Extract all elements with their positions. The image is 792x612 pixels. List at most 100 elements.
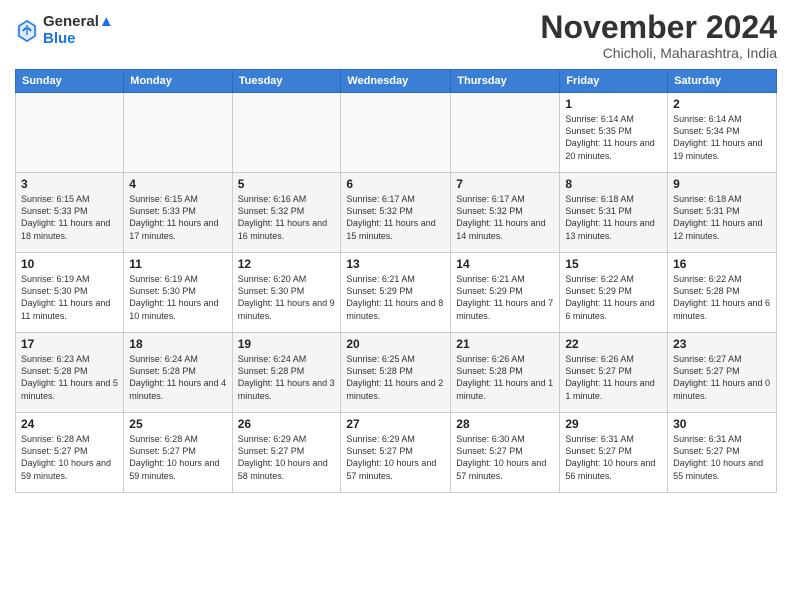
calendar-cell [232, 93, 341, 173]
calendar-cell: 5 Sunrise: 6:16 AM Sunset: 5:32 PM Daylig… [232, 173, 341, 253]
calendar-cell: 20 Sunrise: 6:25 AM Sunset: 5:28 PM Dayli… [341, 333, 451, 413]
calendar-cell: 3 Sunrise: 6:15 AM Sunset: 5:33 PM Daylig… [16, 173, 124, 253]
day-info: Sunrise: 6:19 AM Sunset: 5:30 PM Dayligh… [129, 273, 226, 322]
day-number: 3 [21, 177, 118, 191]
title-block: November 2024 Chicholi, Maharashtra, Ind… [540, 10, 777, 61]
day-info: Sunrise: 6:29 AM Sunset: 5:27 PM Dayligh… [346, 433, 445, 482]
calendar-cell: 8 Sunrise: 6:18 AM Sunset: 5:31 PM Daylig… [560, 173, 668, 253]
day-number: 14 [456, 257, 554, 271]
calendar-cell: 16Sunrise: 6:22 AM Sunset: 5:28 PM Dayli… [668, 253, 777, 333]
day-number: 18 [129, 337, 226, 351]
col-monday: Monday [124, 70, 232, 93]
day-number: 24 [21, 417, 118, 431]
calendar-cell: 23Sunrise: 6:27 AM Sunset: 5:27 PM Dayli… [668, 333, 777, 413]
day-info: Sunrise: 6:20 AM Sunset: 5:30 PM Dayligh… [238, 273, 336, 322]
calendar-cell: 2 Sunrise: 6:14 AM Sunset: 5:34 PM Daylig… [668, 93, 777, 173]
col-wednesday: Wednesday [341, 70, 451, 93]
calendar-cell: 13 Sunrise: 6:21 AM Sunset: 5:29 PM Dayli… [341, 253, 451, 333]
calendar-cell: 1 Sunrise: 6:14 AM Sunset: 5:35 PM Daylig… [560, 93, 668, 173]
day-info: Sunrise: 6:30 AM Sunset: 5:27 PM Dayligh… [456, 433, 554, 482]
day-info: Sunrise: 6:28 AM Sunset: 5:27 PM Dayligh… [129, 433, 226, 482]
day-info: Sunrise: 6:31 AM Sunset: 5:27 PM Dayligh… [565, 433, 662, 482]
day-info: Sunrise: 6:14 AM Sunset: 5:34 PM Dayligh… [673, 113, 771, 162]
calendar-cell: 25Sunrise: 6:28 AM Sunset: 5:27 PM Dayli… [124, 413, 232, 493]
day-number: 7 [456, 177, 554, 191]
day-info: Sunrise: 6:18 AM Sunset: 5:31 PM Dayligh… [673, 193, 771, 242]
week-row-1: 1 Sunrise: 6:14 AM Sunset: 5:35 PM Daylig… [16, 93, 777, 173]
day-number: 4 [129, 177, 226, 191]
day-number: 21 [456, 337, 554, 351]
day-info: Sunrise: 6:18 AM Sunset: 5:31 PM Dayligh… [565, 193, 662, 242]
day-info: Sunrise: 6:15 AM Sunset: 5:33 PM Dayligh… [129, 193, 226, 242]
logo: General▲ Blue [15, 14, 114, 47]
day-info: Sunrise: 6:22 AM Sunset: 5:29 PM Dayligh… [565, 273, 662, 322]
day-info: Sunrise: 6:31 AM Sunset: 5:27 PM Dayligh… [673, 433, 771, 482]
day-info: Sunrise: 6:25 AM Sunset: 5:28 PM Dayligh… [346, 353, 445, 402]
day-info: Sunrise: 6:16 AM Sunset: 5:32 PM Dayligh… [238, 193, 336, 242]
day-info: Sunrise: 6:17 AM Sunset: 5:32 PM Dayligh… [456, 193, 554, 242]
day-number: 5 [238, 177, 336, 191]
calendar-cell: 21 Sunrise: 6:26 AM Sunset: 5:28 PM Dayli… [451, 333, 560, 413]
day-number: 10 [21, 257, 118, 271]
day-number: 19 [238, 337, 336, 351]
logo-icon [15, 17, 39, 45]
day-number: 17 [21, 337, 118, 351]
calendar-cell [451, 93, 560, 173]
day-info: Sunrise: 6:19 AM Sunset: 5:30 PM Dayligh… [21, 273, 118, 322]
day-number: 1 [565, 97, 662, 111]
calendar-cell: 29 Sunrise: 6:31 AM Sunset: 5:27 PM Dayli… [560, 413, 668, 493]
calendar-cell: 15 Sunrise: 6:22 AM Sunset: 5:29 PM Dayli… [560, 253, 668, 333]
day-number: 11 [129, 257, 226, 271]
calendar-cell: 19Sunrise: 6:24 AM Sunset: 5:28 PM Dayli… [232, 333, 341, 413]
calendar-cell: 26 Sunrise: 6:29 AM Sunset: 5:27 PM Dayli… [232, 413, 341, 493]
calendar-cell: 28Sunrise: 6:30 AM Sunset: 5:27 PM Dayli… [451, 413, 560, 493]
day-number: 20 [346, 337, 445, 351]
page-container: General▲ Blue November 2024 Chicholi, Ma… [0, 0, 792, 503]
calendar-cell: 11 Sunrise: 6:19 AM Sunset: 5:30 PM Dayli… [124, 253, 232, 333]
col-friday: Friday [560, 70, 668, 93]
calendar-cell [341, 93, 451, 173]
day-info: Sunrise: 6:26 AM Sunset: 5:28 PM Dayligh… [456, 353, 554, 402]
col-saturday: Saturday [668, 70, 777, 93]
day-info: Sunrise: 6:24 AM Sunset: 5:28 PM Dayligh… [129, 353, 226, 402]
day-info: Sunrise: 6:21 AM Sunset: 5:29 PM Dayligh… [346, 273, 445, 322]
month-title: November 2024 [540, 10, 777, 45]
col-thursday: Thursday [451, 70, 560, 93]
day-number: 15 [565, 257, 662, 271]
calendar-cell: 17 Sunrise: 6:23 AM Sunset: 5:28 PM Dayli… [16, 333, 124, 413]
day-number: 9 [673, 177, 771, 191]
calendar-cell: 18 Sunrise: 6:24 AM Sunset: 5:28 PM Dayli… [124, 333, 232, 413]
day-number: 26 [238, 417, 336, 431]
col-tuesday: Tuesday [232, 70, 341, 93]
day-info: Sunrise: 6:28 AM Sunset: 5:27 PM Dayligh… [21, 433, 118, 482]
calendar-cell: 14Sunrise: 6:21 AM Sunset: 5:29 PM Dayli… [451, 253, 560, 333]
location-subtitle: Chicholi, Maharashtra, India [540, 45, 777, 61]
week-row-2: 3 Sunrise: 6:15 AM Sunset: 5:33 PM Daylig… [16, 173, 777, 253]
week-row-4: 17 Sunrise: 6:23 AM Sunset: 5:28 PM Dayli… [16, 333, 777, 413]
day-info: Sunrise: 6:23 AM Sunset: 5:28 PM Dayligh… [21, 353, 118, 402]
weekday-header-row: Sunday Monday Tuesday Wednesday Thursday… [16, 70, 777, 93]
day-info: Sunrise: 6:17 AM Sunset: 5:32 PM Dayligh… [346, 193, 445, 242]
day-info: Sunrise: 6:15 AM Sunset: 5:33 PM Dayligh… [21, 193, 118, 242]
week-row-3: 10 Sunrise: 6:19 AM Sunset: 5:30 PM Dayli… [16, 253, 777, 333]
col-sunday: Sunday [16, 70, 124, 93]
week-row-5: 24 Sunrise: 6:28 AM Sunset: 5:27 PM Dayli… [16, 413, 777, 493]
calendar-table: Sunday Monday Tuesday Wednesday Thursday… [15, 69, 777, 493]
day-info: Sunrise: 6:14 AM Sunset: 5:35 PM Dayligh… [565, 113, 662, 162]
day-number: 2 [673, 97, 771, 111]
calendar-cell [124, 93, 232, 173]
calendar-cell: 4 Sunrise: 6:15 AM Sunset: 5:33 PM Daylig… [124, 173, 232, 253]
day-number: 6 [346, 177, 445, 191]
day-info: Sunrise: 6:27 AM Sunset: 5:27 PM Dayligh… [673, 353, 771, 402]
header: General▲ Blue November 2024 Chicholi, Ma… [15, 10, 777, 61]
day-info: Sunrise: 6:26 AM Sunset: 5:27 PM Dayligh… [565, 353, 662, 402]
calendar-cell: 27 Sunrise: 6:29 AM Sunset: 5:27 PM Dayli… [341, 413, 451, 493]
day-info: Sunrise: 6:29 AM Sunset: 5:27 PM Dayligh… [238, 433, 336, 482]
calendar-cell [16, 93, 124, 173]
calendar-cell: 6 Sunrise: 6:17 AM Sunset: 5:32 PM Daylig… [341, 173, 451, 253]
day-number: 29 [565, 417, 662, 431]
day-number: 27 [346, 417, 445, 431]
day-number: 13 [346, 257, 445, 271]
calendar-cell: 7 Sunrise: 6:17 AM Sunset: 5:32 PM Daylig… [451, 173, 560, 253]
day-number: 8 [565, 177, 662, 191]
